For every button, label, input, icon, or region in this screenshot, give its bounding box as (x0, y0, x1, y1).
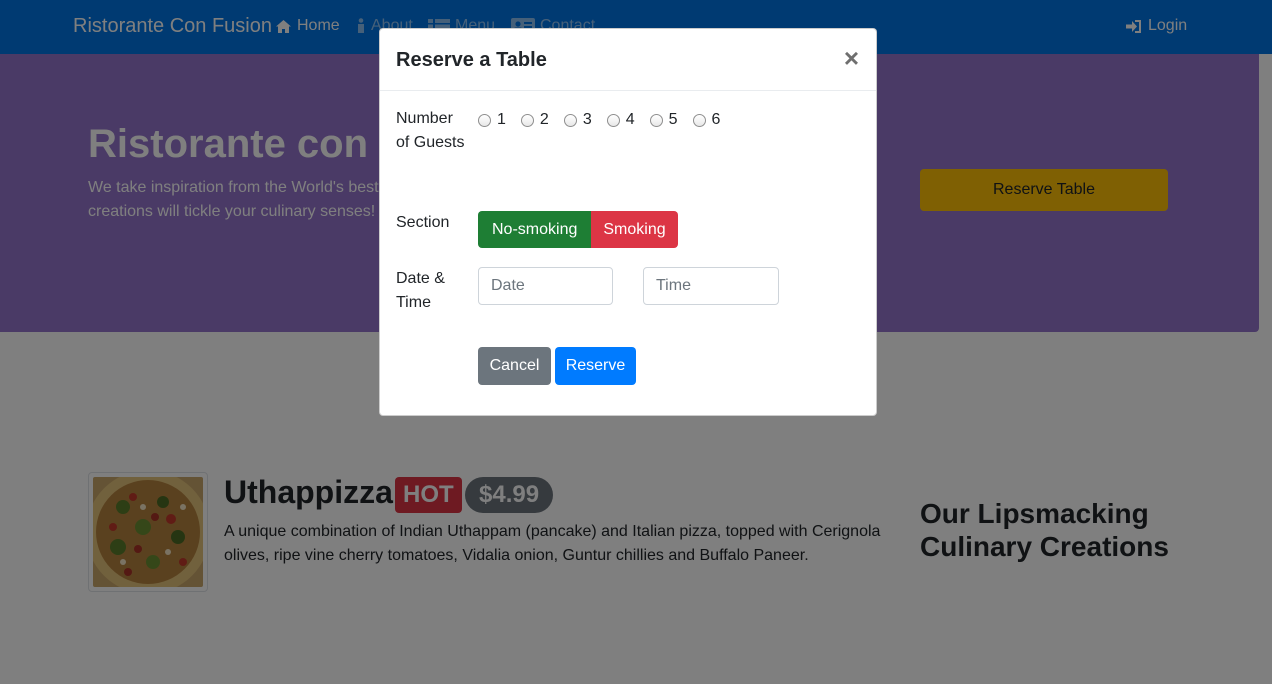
time-input[interactable] (643, 267, 779, 305)
section-label: Section (396, 214, 450, 231)
radio-button[interactable] (520, 113, 534, 127)
modal-header: Reserve a Table × (380, 29, 876, 91)
date-input[interactable] (478, 267, 613, 305)
guest-option-label: 6 (711, 111, 721, 128)
guest-option-4[interactable]: 4 (606, 111, 635, 129)
guest-option-6[interactable]: 6 (692, 111, 721, 129)
guest-option-label: 4 (625, 111, 635, 128)
guest-option-label: 5 (668, 111, 678, 128)
radio-button[interactable] (563, 113, 577, 127)
radio-button[interactable] (478, 113, 491, 127)
cancel-button[interactable]: Cancel (478, 347, 551, 385)
guest-option-3[interactable]: 3 (563, 111, 592, 129)
guests-radio-group: 1 2 3 4 5 6 (478, 111, 735, 129)
reserve-button[interactable]: Reserve (555, 347, 636, 385)
section-toggle-group: No-smoking Smoking (478, 211, 678, 248)
radio-button[interactable] (649, 113, 663, 127)
reserve-modal: Reserve a Table × Number of Guests 1 2 3… (379, 28, 877, 416)
guest-option-label: 2 (539, 111, 549, 128)
smoking-button[interactable]: Smoking (591, 211, 678, 248)
guest-option-5[interactable]: 5 (649, 111, 678, 129)
modal-title: Reserve a Table (396, 49, 547, 71)
guest-option-2[interactable]: 2 (520, 111, 549, 129)
guest-option-1[interactable]: 1 (478, 111, 506, 129)
guests-label: Number of Guests (396, 110, 465, 151)
radio-button[interactable] (606, 113, 620, 127)
no-smoking-button[interactable]: No-smoking (478, 211, 592, 248)
datetime-label: Date & Time (396, 270, 445, 311)
guest-option-label: 1 (497, 111, 506, 128)
close-icon[interactable]: × (844, 44, 859, 72)
guest-option-label: 3 (582, 111, 592, 128)
radio-button[interactable] (692, 113, 706, 127)
